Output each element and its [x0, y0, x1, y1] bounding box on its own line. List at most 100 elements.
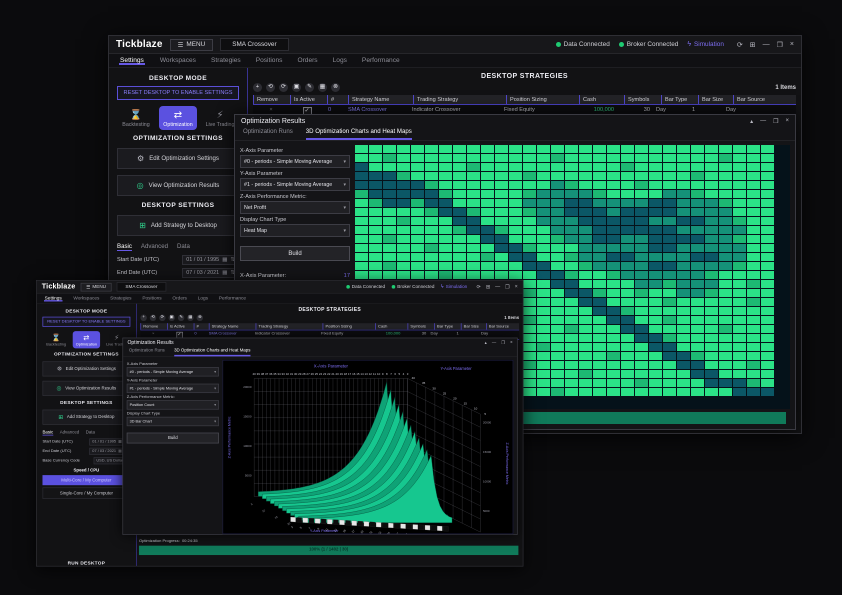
heatmap-cell[interactable]: [425, 226, 439, 235]
heatmap-cell[interactable]: [355, 172, 369, 181]
heatmap-cell[interactable]: [719, 262, 733, 271]
heatmap-cell[interactable]: [579, 361, 593, 370]
heatmap-cell[interactable]: [453, 226, 467, 235]
heatmap-cell[interactable]: [453, 163, 467, 172]
heatmap-cell[interactable]: [607, 181, 621, 190]
heatmap-cell[interactable]: [593, 334, 607, 343]
heatmap-cell[interactable]: [383, 244, 397, 253]
heatmap-cell[interactable]: [495, 154, 509, 163]
heatmap-cell[interactable]: [537, 271, 551, 280]
heatmap-cell[interactable]: [579, 172, 593, 181]
heatmap-cell[interactable]: [607, 190, 621, 199]
heatmap-cell[interactable]: [411, 262, 425, 271]
heatmap-cell[interactable]: [733, 163, 747, 172]
heatmap-cell[interactable]: [397, 154, 411, 163]
heatmap-cell[interactable]: [649, 271, 663, 280]
heatmap-cell[interactable]: [551, 244, 565, 253]
heatmap-cell[interactable]: [551, 190, 565, 199]
heatmap-cell[interactable]: [481, 262, 495, 271]
heatmap-cell[interactable]: [467, 226, 481, 235]
heatmap-cell[interactable]: [733, 253, 747, 262]
heatmap-cell[interactable]: [579, 289, 593, 298]
heatmap-cell[interactable]: [495, 226, 509, 235]
heatmap-cell[interactable]: [691, 208, 705, 217]
heatmap-cell[interactable]: [649, 154, 663, 163]
heatmap-cell[interactable]: [523, 343, 537, 352]
heatmap-cell[interactable]: [677, 352, 691, 361]
heatmap-cell[interactable]: [635, 352, 649, 361]
heatmap-cell[interactable]: [467, 154, 481, 163]
heatmap-cell[interactable]: [593, 379, 607, 388]
heatmap-cell[interactable]: [621, 262, 635, 271]
heatmap-cell[interactable]: [565, 334, 579, 343]
heatmap-cell[interactable]: [621, 226, 635, 235]
heatmap-cell[interactable]: [579, 379, 593, 388]
heatmap-cell[interactable]: [733, 235, 747, 244]
heatmap-cell[interactable]: [621, 181, 635, 190]
heatmap-cell[interactable]: [621, 298, 635, 307]
heatmap-cell[interactable]: [425, 208, 439, 217]
heatmap-cell[interactable]: [719, 226, 733, 235]
heatmap-cell[interactable]: [481, 235, 495, 244]
heatmap-cell[interactable]: [705, 307, 719, 316]
heatmap-cell[interactable]: [593, 352, 607, 361]
heatmap-cell[interactable]: [691, 370, 705, 379]
heatmap-cell[interactable]: [425, 253, 439, 262]
heatmap-cell[interactable]: [677, 253, 691, 262]
heatmap-cell[interactable]: [761, 145, 775, 154]
heatmap-cell[interactable]: [649, 181, 663, 190]
heatmap-cell[interactable]: [537, 280, 551, 289]
end-date-input[interactable]: 07 / 03 / 2021▦⇅: [182, 268, 239, 278]
heatmap-cell[interactable]: [467, 217, 481, 226]
heatmap-cell[interactable]: [733, 244, 747, 253]
heatmap-cell[interactable]: [453, 235, 467, 244]
heatmap-cell[interactable]: [635, 181, 649, 190]
heatmap-cell[interactable]: [411, 226, 425, 235]
menu-button[interactable]: ☰MENU: [170, 39, 214, 51]
heatmap-cell[interactable]: [635, 244, 649, 253]
nav-tab-performance[interactable]: Performance: [362, 57, 400, 64]
heatmap-cell[interactable]: [663, 262, 677, 271]
heatmap-cell[interactable]: [537, 262, 551, 271]
heatmap-cell[interactable]: [397, 244, 411, 253]
heatmap-cell[interactable]: [761, 163, 775, 172]
heatmap-cell[interactable]: [593, 325, 607, 334]
heatmap-cell[interactable]: [747, 289, 761, 298]
heatmap-cell[interactable]: [551, 361, 565, 370]
heatmap-cell[interactable]: [523, 181, 537, 190]
heatmap-cell[interactable]: [705, 361, 719, 370]
heatmap-cell[interactable]: [355, 253, 369, 262]
heatmap-cell[interactable]: [523, 163, 537, 172]
heatmap-cell[interactable]: [663, 388, 677, 397]
heatmap-cell[interactable]: [495, 271, 509, 280]
heatmap-cell[interactable]: [495, 262, 509, 271]
heatmap-cell[interactable]: [481, 208, 495, 217]
heatmap-cell[interactable]: [635, 190, 649, 199]
heatmap-cell[interactable]: [481, 154, 495, 163]
heatmap-cell[interactable]: [565, 352, 579, 361]
heatmap-cell[interactable]: [649, 325, 663, 334]
heatmap-cell[interactable]: [691, 388, 705, 397]
heatmap-cell[interactable]: [635, 280, 649, 289]
heatmap-cell[interactable]: [663, 352, 677, 361]
heatmap-cell[interactable]: [565, 388, 579, 397]
heatmap-cell[interactable]: [635, 235, 649, 244]
undo-icon[interactable]: ⟲: [266, 83, 275, 92]
heatmap-cell[interactable]: [747, 379, 761, 388]
heatmap-cell[interactable]: [579, 316, 593, 325]
heatmap-cell[interactable]: [635, 307, 649, 316]
heatmap-cell[interactable]: [411, 154, 425, 163]
heatmap-cell[interactable]: [663, 244, 677, 253]
heatmap-cell[interactable]: [355, 235, 369, 244]
heatmap-cell[interactable]: [621, 271, 635, 280]
heatmap-cell[interactable]: [705, 298, 719, 307]
heatmap-cell[interactable]: [551, 217, 565, 226]
heatmap-cell[interactable]: [593, 271, 607, 280]
heatmap-cell[interactable]: [635, 208, 649, 217]
heatmap-cell[interactable]: [551, 271, 565, 280]
heatmap-cell[interactable]: [607, 316, 621, 325]
heatmap-cell[interactable]: [761, 181, 775, 190]
heatmap-cell[interactable]: [579, 145, 593, 154]
heatmap-cell[interactable]: [677, 199, 691, 208]
heatmap-cell[interactable]: [761, 316, 775, 325]
